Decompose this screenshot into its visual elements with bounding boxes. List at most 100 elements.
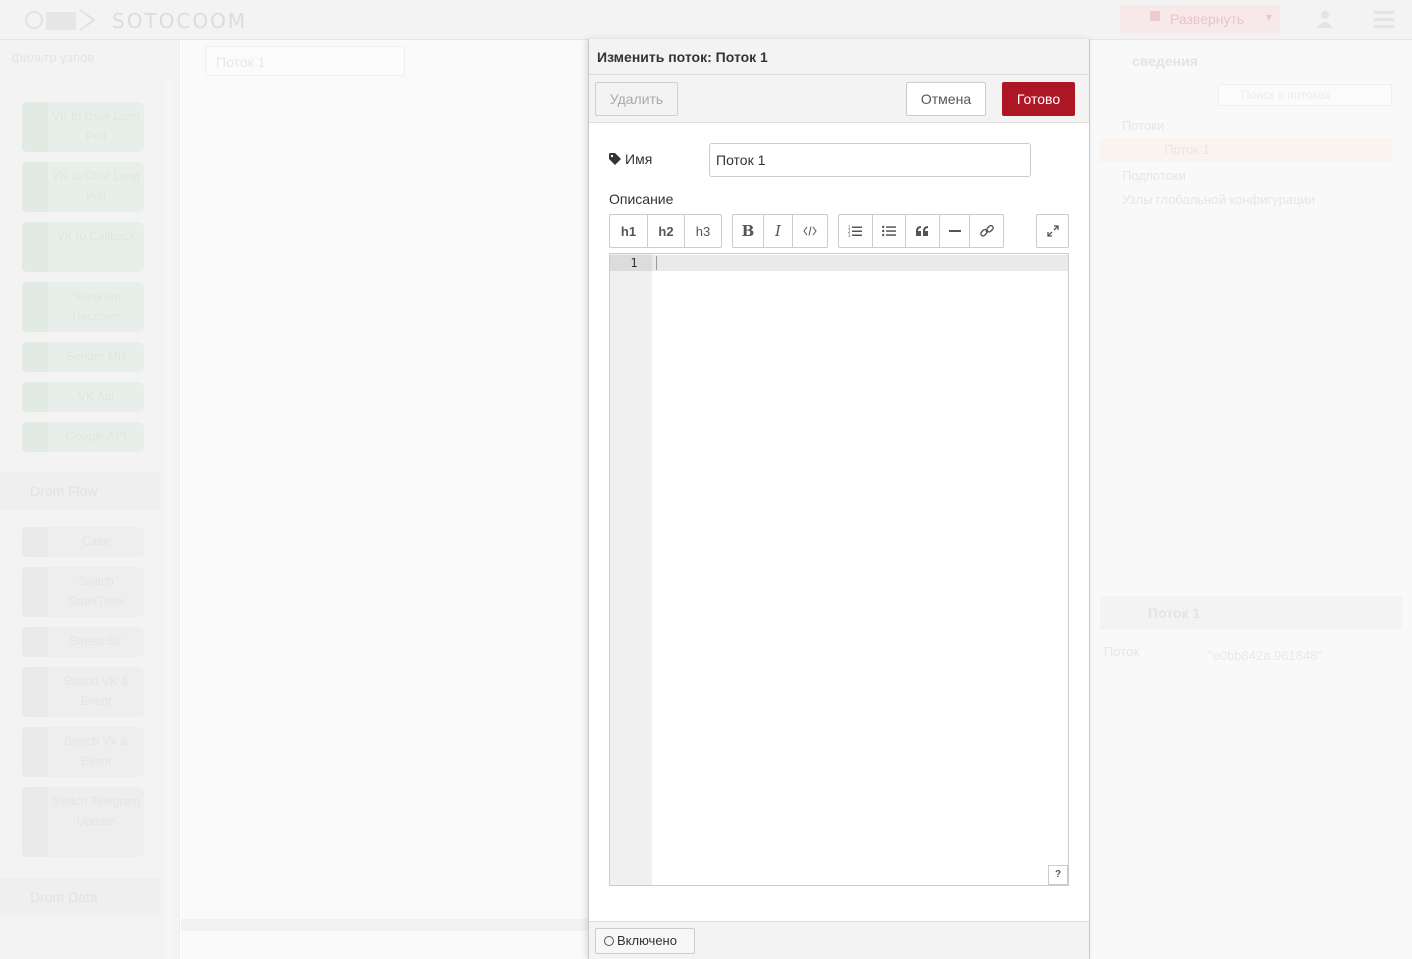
palette-node[interactable]: Telegram Receiver xyxy=(22,282,144,332)
editor-gutter xyxy=(610,254,652,885)
text-cursor xyxy=(656,256,657,270)
palette-node[interactable]: VK Api xyxy=(22,382,144,412)
delete-button[interactable]: Удалить xyxy=(595,82,678,116)
tag-icon xyxy=(609,153,621,165)
node-palette: фильтр узлов VK to User Long Poll VK to … xyxy=(0,40,180,959)
expand-toolbar-group xyxy=(1036,214,1069,248)
palette-scrollbar[interactable] xyxy=(164,80,174,959)
sidebar-tree-flows[interactable]: Потоки xyxy=(1122,118,1164,133)
sidebar-tab-info[interactable]: сведения xyxy=(1102,44,1212,74)
sidebar-tree-subflows[interactable]: Подпотоки xyxy=(1122,168,1186,183)
node-icon xyxy=(22,422,48,452)
circle-icon xyxy=(604,936,614,946)
palette-node[interactable]: Switch Date/Time xyxy=(22,567,144,617)
sidebar-tree-flow-item[interactable]: Поток 1 xyxy=(1100,138,1392,162)
enabled-toggle[interactable]: Включено xyxy=(595,928,695,954)
palette-node[interactable]: Google API xyxy=(22,422,144,452)
bold-button[interactable]: B xyxy=(733,215,764,247)
palette-node[interactable]: VK to Chat Long Poll xyxy=(22,162,144,212)
node-icon xyxy=(22,342,48,372)
tray-footer: Включено xyxy=(589,921,1089,959)
node-label: VK to Callback xyxy=(56,229,136,243)
node-label: VK Api xyxy=(77,389,115,403)
node-label: Switch VK & Event xyxy=(62,674,130,708)
node-icon xyxy=(22,787,48,857)
description-editor[interactable]: 1 ? xyxy=(609,253,1069,886)
node-label: Switch Telegram Update xyxy=(52,794,140,828)
workspace-tab[interactable]: Поток 1 xyxy=(205,46,405,76)
node-icon xyxy=(22,627,48,657)
node-icon xyxy=(22,282,48,332)
palette-node[interactable]: Switch VK & Event xyxy=(22,667,144,717)
palette-node[interactable]: Switch Telegram Update xyxy=(22,787,144,857)
palette-category[interactable]: Drom Flow xyxy=(0,472,160,510)
unordered-list-icon xyxy=(881,225,896,237)
sidebar-info-header: Поток 1 xyxy=(1100,596,1402,630)
link-button[interactable] xyxy=(970,215,1003,247)
palette-node[interactable]: Case xyxy=(22,527,144,557)
italic-button[interactable]: I xyxy=(764,215,793,247)
name-label-text: Имя xyxy=(625,151,653,167)
sidebar-info-title: Поток 1 xyxy=(1148,605,1201,621)
h2-button[interactable]: h2 xyxy=(648,215,685,247)
ordered-list-icon: 1 2 3 xyxy=(848,225,863,237)
palette-category-label: Drom Flow xyxy=(30,483,98,499)
heading-toolbar-group: h1 h2 h3 xyxy=(609,214,722,248)
palette-node[interactable]: VK to Callback xyxy=(22,222,144,272)
ordered-list-button[interactable]: 1 2 3 xyxy=(839,215,873,247)
active-line-highlight xyxy=(652,255,1068,271)
help-button[interactable]: ? xyxy=(1048,865,1068,885)
hamburger-menu-icon[interactable] xyxy=(1374,10,1394,28)
node-icon xyxy=(22,102,48,152)
h1-button[interactable]: h1 xyxy=(610,215,648,247)
palette-node[interactable]: Switch Vk & Event xyxy=(22,727,144,777)
name-input[interactable] xyxy=(709,143,1031,177)
h3-button[interactable]: h3 xyxy=(685,215,721,247)
tray-toolbar: Удалить Отмена Готово xyxy=(589,75,1089,123)
cancel-button[interactable]: Отмена xyxy=(906,82,986,116)
palette-category[interactable]: Drom Data xyxy=(0,878,160,916)
blockquote-button[interactable] xyxy=(906,215,940,247)
palette-category-label: Drom Data xyxy=(30,889,98,905)
svg-text:3: 3 xyxy=(848,233,851,237)
link-icon xyxy=(979,224,994,237)
deploy-label: Развернуть xyxy=(1170,11,1245,27)
node-label: Switch Date/Time xyxy=(68,574,124,608)
workspace[interactable]: Поток 1 xyxy=(181,40,589,959)
enabled-label: Включено xyxy=(617,933,677,948)
code-button[interactable] xyxy=(793,215,827,247)
palette-node[interactable]: VK to User Long Poll xyxy=(22,102,144,152)
node-icon xyxy=(22,382,48,412)
line-number: 1 xyxy=(610,255,652,271)
sidebar-search-input[interactable]: Поиск в потоках xyxy=(1218,84,1392,106)
code-icon xyxy=(803,226,817,236)
tray-header: Изменить поток: Поток 1 xyxy=(589,39,1089,75)
format-toolbar-group: B I xyxy=(732,214,828,248)
sidebar-tree-config-nodes[interactable]: Узлы глобальной конфигурации xyxy=(1122,192,1315,207)
palette-node[interactable]: Sender MR xyxy=(22,342,144,372)
node-icon xyxy=(22,527,48,557)
expand-icon xyxy=(1046,225,1059,237)
node-label: Stress Str xyxy=(69,634,123,648)
user-icon[interactable] xyxy=(1316,10,1334,28)
edit-flow-tray: Изменить поток: Поток 1 Удалить Отмена Г… xyxy=(588,39,1090,959)
deploy-button[interactable]: Развернуть ▾ xyxy=(1120,5,1280,33)
done-button[interactable]: Готово xyxy=(1002,82,1075,116)
tray-title: Изменить поток: Поток 1 xyxy=(597,49,768,65)
expand-button[interactable] xyxy=(1037,215,1068,247)
node-label: Telegram Receiver xyxy=(71,289,121,323)
palette-search-input[interactable]: фильтр узлов xyxy=(12,50,94,65)
chevron-down-icon[interactable]: ▾ xyxy=(1266,10,1272,24)
workspace-scrollbar[interactable] xyxy=(181,919,589,931)
node-label: VK to Chat Long Poll xyxy=(51,169,141,203)
block-toolbar-group: 1 2 3 xyxy=(838,214,1004,248)
node-label: Google API xyxy=(65,429,127,443)
node-icon xyxy=(22,222,48,272)
node-label: VK to User Long Poll xyxy=(51,109,141,143)
logo-text: SOTOCOOM xyxy=(112,9,248,33)
unordered-list-button[interactable] xyxy=(873,215,907,247)
palette-node[interactable]: Stress Str xyxy=(22,627,144,657)
node-label: Switch Vk & Event xyxy=(63,734,129,768)
horizontal-rule-button[interactable] xyxy=(940,215,971,247)
node-icon xyxy=(22,162,48,212)
